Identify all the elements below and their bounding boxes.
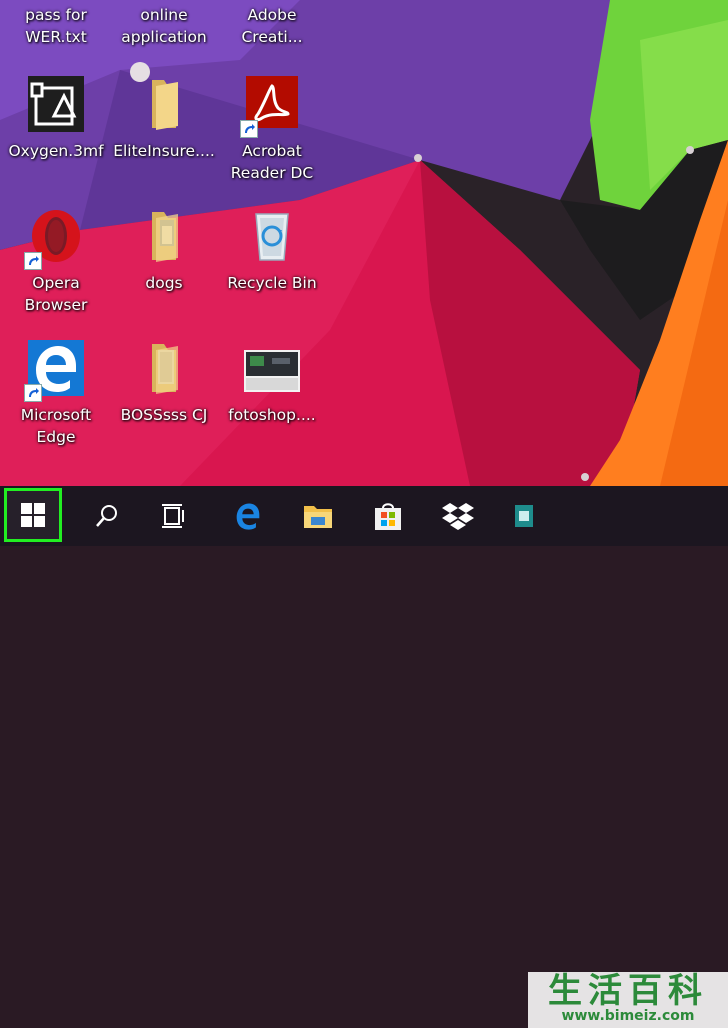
microsoft-store-button[interactable] xyxy=(358,486,418,546)
edge-icon xyxy=(236,503,260,530)
icon-label: Recycle Bin xyxy=(227,274,317,292)
icon-label: Adobe Creati... xyxy=(241,6,303,46)
task-view-button[interactable] xyxy=(144,486,204,546)
windows-logo-icon xyxy=(21,503,45,527)
desktop-icon-oxygen-3mf[interactable]: Oxygen.3mf xyxy=(0,74,112,162)
watermark-url: www.bimeiz.com xyxy=(561,1008,695,1024)
desktop-icon-microsoft-edge[interactable]: Microsoft Edge xyxy=(0,338,112,448)
acrobat-reader-icon xyxy=(240,74,302,138)
watermark: 生活百科 www.bimeiz.com xyxy=(528,972,728,1028)
icon-label: Microsoft Edge xyxy=(20,406,92,446)
store-icon xyxy=(375,503,401,530)
watermark-title: 生活百科 xyxy=(548,971,708,1011)
desktop-icon-bosssss-cj[interactable]: BOSSsss CJ xyxy=(108,338,220,426)
search-icon xyxy=(96,505,117,527)
folder-icon xyxy=(134,206,194,266)
icon-label: Acrobat Reader DC xyxy=(230,142,314,182)
desktop-icon-adobe-creative[interactable]: Adobe Creati... xyxy=(216,4,328,48)
icon-label: Opera Browser xyxy=(24,274,88,314)
desktop-icon-online-application[interactable]: online application xyxy=(108,4,220,48)
icon-label: dogs xyxy=(145,274,183,292)
shortcut-arrow-icon xyxy=(240,120,258,138)
edge-icon xyxy=(24,338,86,402)
dropbox-button[interactable] xyxy=(428,486,488,546)
shortcut-arrow-icon xyxy=(24,384,42,402)
desktop-icon-opera-browser[interactable]: Opera Browser xyxy=(0,206,112,316)
file-explorer-button[interactable] xyxy=(288,486,348,546)
icon-label: EliteInsure.... xyxy=(113,142,215,160)
dropbox-icon xyxy=(442,503,474,530)
app-icon xyxy=(515,505,533,527)
icon-label: Oxygen.3mf xyxy=(8,142,104,160)
desktop-icon-recycle-bin[interactable]: Recycle Bin xyxy=(216,206,328,294)
3d-builder-file-icon xyxy=(26,74,86,134)
shortcut-arrow-icon xyxy=(24,252,42,270)
desktop-icon-acrobat-reader[interactable]: Acrobat Reader DC xyxy=(216,74,328,184)
file-explorer-icon xyxy=(304,506,332,528)
folder-icon xyxy=(134,74,194,134)
icon-label: online application xyxy=(121,6,207,46)
task-view-icon xyxy=(162,504,184,528)
start-button[interactable] xyxy=(4,488,62,542)
icon-label: fotoshop.... xyxy=(228,406,316,424)
taskbar: 生活百科 www.bimeiz.com xyxy=(0,486,728,1028)
desktop-icon-fotoshop[interactable]: fotoshop.... xyxy=(216,338,328,426)
desktop-icon-pass-for-wer[interactable]: pass for WER.txt xyxy=(0,4,112,48)
taskbar-app-button[interactable] xyxy=(500,486,540,546)
opera-icon xyxy=(24,206,86,270)
search-button[interactable] xyxy=(76,486,136,546)
desktop-icon-eliteinsure[interactable]: EliteInsure.... xyxy=(108,74,220,162)
image-thumbnail-icon xyxy=(242,338,302,398)
icon-label: BOSSsss CJ xyxy=(120,406,208,424)
folder-icon xyxy=(134,338,194,398)
desktop-icon-dogs-folder[interactable]: dogs xyxy=(108,206,220,294)
recycle-bin-icon xyxy=(242,206,302,266)
icon-label: pass for WER.txt xyxy=(25,6,87,46)
taskbar-edge-button[interactable] xyxy=(218,486,278,546)
